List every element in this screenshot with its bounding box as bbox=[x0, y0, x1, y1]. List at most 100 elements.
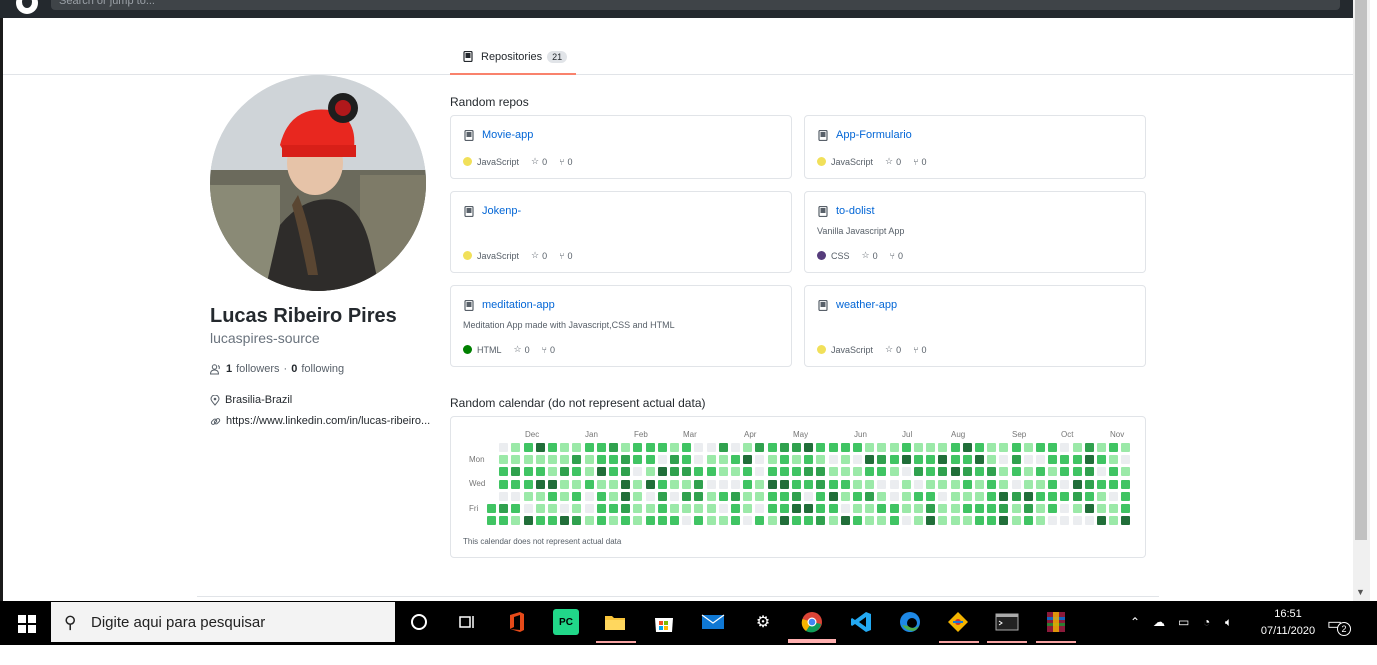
tab-repositories[interactable]: Repositories 21 bbox=[450, 40, 576, 75]
chrome-icon[interactable] bbox=[799, 609, 825, 635]
avatar-photo bbox=[210, 75, 426, 291]
star-icon: ☆ bbox=[531, 250, 540, 260]
calendar-day-cell bbox=[1097, 443, 1106, 452]
cortana-icon[interactable] bbox=[406, 609, 432, 635]
search-input[interactable]: Search or jump to... bbox=[51, 0, 1340, 10]
repo-title[interactable]: to-dolist bbox=[818, 205, 875, 217]
vertical-scrollbar[interactable]: ▼ bbox=[1353, 0, 1370, 601]
repo-title[interactable]: weather-app bbox=[818, 299, 897, 311]
repo-card[interactable]: meditation-app Meditation App made with … bbox=[450, 285, 792, 367]
calendar-day-cell bbox=[901, 504, 911, 513]
repo-title[interactable]: meditation-app bbox=[464, 299, 555, 311]
file-explorer-icon[interactable] bbox=[602, 609, 628, 635]
calendar-day-cell bbox=[499, 467, 509, 477]
calendar-day-cell bbox=[682, 443, 692, 452]
repo-name[interactable]: weather-app bbox=[836, 299, 897, 311]
calendar-day-cell bbox=[743, 467, 753, 477]
git-kraken-active-indicator bbox=[939, 641, 979, 643]
volume-icon[interactable]: 🔈︎ bbox=[1225, 615, 1232, 630]
github-logo-icon[interactable] bbox=[16, 0, 38, 14]
following-count[interactable]: 0 bbox=[291, 363, 297, 375]
calendar-day-cell bbox=[609, 491, 618, 501]
followers-label[interactable]: followers bbox=[236, 363, 279, 375]
repo-stars: 0 bbox=[542, 156, 548, 167]
calendar-day-cell bbox=[523, 455, 533, 465]
repo-description: Vanilla Javascript App bbox=[817, 226, 905, 236]
calendar-day-cell bbox=[779, 479, 789, 489]
calendar-day-cell bbox=[1011, 455, 1021, 465]
repo-meta: JavaScript ☆ 0 ⑂ 0 bbox=[463, 156, 573, 167]
calendar-day-cell bbox=[816, 491, 826, 501]
wifi-icon[interactable]: ◔ bbox=[1203, 615, 1210, 629]
scroll-down-arrow-icon[interactable]: ▼ bbox=[1356, 587, 1365, 597]
calendar-day-cell bbox=[1072, 455, 1082, 465]
calendar-day-cell bbox=[1109, 467, 1119, 477]
repo-title[interactable]: Jokenp- bbox=[464, 205, 521, 217]
calendar-day-cell bbox=[1048, 504, 1058, 513]
calendar-day-cell bbox=[962, 479, 972, 489]
calendar-day-cell bbox=[1048, 455, 1058, 465]
calendar-day-cell bbox=[767, 504, 777, 513]
repo-card[interactable]: App-Formulario JavaScript ☆ 0 ⑂ 0 bbox=[804, 115, 1146, 179]
follow-separator: · bbox=[283, 363, 288, 375]
repo-name[interactable]: App-Formulario bbox=[836, 129, 912, 141]
calendar-day-cell bbox=[950, 443, 960, 452]
terminal-icon[interactable] bbox=[994, 609, 1020, 635]
calendar-day-cell bbox=[1011, 443, 1021, 452]
calendar-day-cell bbox=[572, 504, 582, 513]
battery-icon[interactable]: ▭ bbox=[1178, 615, 1189, 629]
calendar-day-cell bbox=[1011, 479, 1021, 489]
calendar-day-cell bbox=[877, 443, 887, 452]
taskbar-clock[interactable]: 16:51 07/11/2020 bbox=[1248, 606, 1328, 640]
repo-name[interactable]: to-dolist bbox=[836, 205, 875, 217]
calendar-day-cell bbox=[914, 491, 923, 501]
calendar-day-cell bbox=[889, 455, 899, 465]
repo-name[interactable]: Jokenp- bbox=[482, 205, 521, 217]
month-label: Nov bbox=[1110, 430, 1125, 439]
scrollbar-thumb[interactable] bbox=[1355, 0, 1367, 540]
calendar-day-cell bbox=[999, 491, 1009, 501]
settings-gear-icon[interactable]: ⚙ bbox=[750, 609, 776, 635]
taskbar-search-input[interactable]: ⚲ Digite aqui para pesquisar bbox=[51, 602, 395, 642]
calendar-day-cell bbox=[706, 455, 716, 465]
calendar-day-cell bbox=[877, 479, 887, 489]
calendar-day-cell bbox=[901, 443, 911, 452]
repo-name[interactable]: meditation-app bbox=[482, 299, 555, 311]
repo-card[interactable]: to-dolist Vanilla Javascript App CSS ☆ 0 ⑂ 0 bbox=[804, 191, 1146, 273]
winrar-icon[interactable] bbox=[1043, 609, 1069, 635]
calendar-day-cell bbox=[901, 516, 911, 526]
profile-website[interactable]: https://www.linkedin.com/in/lucas-ribeir… bbox=[210, 415, 430, 427]
mail-icon[interactable] bbox=[700, 609, 726, 635]
random-repos-heading: Random repos bbox=[450, 95, 529, 109]
vscode-icon[interactable] bbox=[848, 609, 874, 635]
microsoft-store-icon[interactable] bbox=[651, 609, 677, 635]
git-kraken-icon[interactable] bbox=[945, 609, 971, 635]
calendar-day-cell bbox=[792, 443, 801, 452]
profile-login: lucaspires-source bbox=[210, 330, 320, 346]
followers-count[interactable]: 1 bbox=[226, 363, 232, 375]
task-view-icon[interactable] bbox=[454, 609, 480, 635]
repo-title[interactable]: Movie-app bbox=[464, 129, 533, 141]
language-color-dot bbox=[463, 157, 472, 166]
calendar-day-cell bbox=[1121, 455, 1131, 465]
calendar-day-cell bbox=[938, 479, 948, 489]
repo-title[interactable]: App-Formulario bbox=[818, 129, 912, 141]
calendar-day-cell bbox=[950, 504, 960, 513]
tray-chevron-up-icon[interactable]: ⌃ bbox=[1130, 615, 1140, 629]
calendar-day-cell bbox=[548, 504, 557, 513]
following-label[interactable]: following bbox=[301, 363, 344, 375]
pycharm-icon[interactable]: PC bbox=[553, 609, 579, 635]
windows-start-icon[interactable] bbox=[18, 615, 36, 633]
office-icon[interactable] bbox=[504, 609, 530, 635]
repo-card[interactable]: weather-app JavaScript ☆ 0 ⑂ 0 bbox=[804, 285, 1146, 367]
edge-icon[interactable] bbox=[897, 609, 923, 635]
repo-card[interactable]: Movie-app JavaScript ☆ 0 ⑂ 0 bbox=[450, 115, 792, 179]
repo-card[interactable]: Jokenp- JavaScript ☆ 0 ⑂ 0 bbox=[450, 191, 792, 273]
onedrive-error-icon[interactable]: ☁ bbox=[1153, 615, 1165, 629]
calendar-day-cell bbox=[755, 516, 765, 526]
day-label: Mon bbox=[469, 455, 485, 464]
website-link[interactable]: https://www.linkedin.com/in/lucas-ribeir… bbox=[226, 415, 430, 427]
repo-name[interactable]: Movie-app bbox=[482, 129, 533, 141]
calendar-day-cell bbox=[1011, 491, 1021, 501]
calendar-day-cell bbox=[621, 504, 631, 513]
